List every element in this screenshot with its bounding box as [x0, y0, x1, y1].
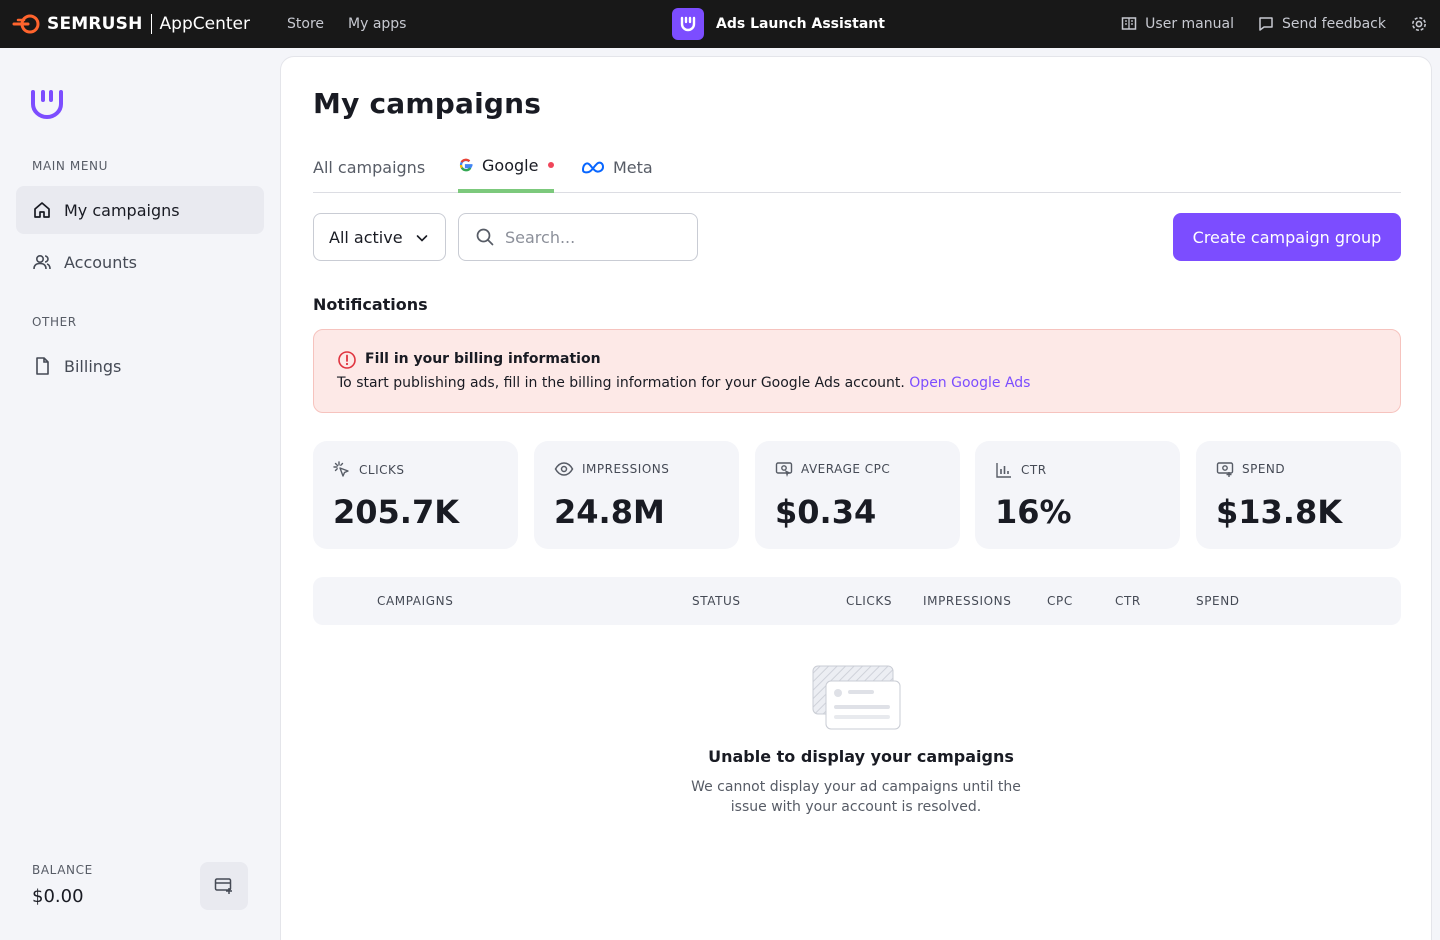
campaigns-table-header: CAMPAIGNS STATUS CLICKS IMPRESSIONS CPC … — [313, 577, 1401, 625]
column-header-status[interactable]: STATUS — [692, 594, 741, 608]
meta-icon — [581, 161, 605, 174]
stat-value: 16% — [995, 493, 1072, 531]
home-icon — [34, 202, 50, 218]
tab-label: All campaigns — [313, 157, 426, 177]
empty-state-description: We cannot display your ad campaigns unti… — [691, 779, 1021, 815]
stat-label-text: IMPRESSIONS — [582, 462, 670, 476]
empty-state-illustration — [812, 665, 901, 730]
app-smile-icon — [672, 8, 704, 40]
stat-card-clicks: CLICKS 205.7K — [313, 441, 518, 549]
stat-label-text: SPEND — [1242, 462, 1286, 476]
cash-click-icon — [775, 462, 793, 477]
stat-label-text: CLICKS — [359, 463, 405, 477]
status-filter-select[interactable]: All active — [313, 213, 446, 261]
gear-icon[interactable] — [1410, 15, 1428, 33]
create-campaign-group-button[interactable]: Create campaign group — [1173, 213, 1401, 261]
stat-value: $13.8K — [1216, 493, 1343, 531]
document-icon — [36, 357, 49, 375]
stat-label-text: AVERAGE CPC — [801, 462, 891, 476]
stat-card-spend: SPEND $13.8K — [1196, 441, 1401, 549]
sidebar-item-label: Accounts — [64, 252, 137, 272]
users-icon — [33, 254, 51, 270]
status-filter-value: All active — [329, 227, 403, 247]
nav-store-link[interactable]: Store — [287, 16, 324, 32]
sidebar-item-accounts[interactable]: Accounts — [16, 238, 264, 286]
app-logo-icon — [31, 90, 63, 119]
book-icon — [1121, 17, 1137, 30]
card-plus-icon — [214, 878, 232, 894]
other-heading: OTHER — [32, 315, 77, 329]
stat-label-text: CTR — [1021, 463, 1047, 477]
tab-all-campaigns[interactable]: All campaigns — [313, 145, 425, 193]
send-feedback-link[interactable]: Send feedback — [1258, 16, 1386, 32]
open-google-ads-link[interactable]: Open Google Ads — [909, 375, 1030, 391]
column-header-campaigns[interactable]: CAMPAIGNS — [377, 594, 453, 608]
app-title[interactable]: Ads Launch Assistant — [672, 8, 885, 40]
balance-value: $0.00 — [32, 886, 84, 907]
brand[interactable]: SEMRUSH AppCenter — [12, 0, 250, 48]
search-input[interactable] — [505, 227, 685, 247]
main-panel: My campaigns All campaigns Google Meta A… — [280, 56, 1432, 940]
tab-label: Meta — [613, 157, 653, 177]
cash-icon — [1216, 462, 1234, 477]
stat-label: AVERAGE CPC — [775, 461, 890, 477]
app-title-text: Ads Launch Assistant — [716, 16, 885, 32]
top-right-actions: User manual Send feedback — [1121, 0, 1440, 48]
google-icon — [459, 158, 473, 172]
add-funds-button[interactable] — [200, 862, 248, 910]
stat-card-impressions: IMPRESSIONS 24.8M — [534, 441, 739, 549]
alert-title: Fill in your billing information — [365, 351, 601, 367]
cursor-click-icon — [333, 461, 349, 477]
column-header-clicks[interactable]: CLICKS — [846, 594, 892, 608]
tab-meta[interactable]: Meta — [581, 145, 653, 193]
stat-value: $0.34 — [775, 493, 877, 531]
platform-tabs: All campaigns Google Meta — [313, 145, 1401, 193]
user-manual-link[interactable]: User manual — [1121, 16, 1234, 32]
stat-label: CTR — [995, 461, 1047, 479]
column-header-impressions[interactable]: IMPRESSIONS — [923, 594, 1011, 608]
column-header-cpc[interactable]: CPC — [1047, 594, 1073, 608]
stat-card-average-cpc: AVERAGE CPC $0.34 — [755, 441, 960, 549]
message-icon — [1259, 17, 1273, 31]
sidebar: MAIN MENU My campaigns Accounts OTHER Bi… — [0, 48, 280, 940]
chevron-down-icon — [416, 235, 428, 242]
search-icon — [476, 228, 494, 246]
nav-my-apps-link[interactable]: My apps — [348, 16, 406, 32]
stat-value: 24.8M — [554, 493, 665, 531]
brand-name: SEMRUSH — [47, 14, 143, 34]
sidebar-item-billings[interactable]: Billings — [16, 342, 264, 390]
search-field[interactable] — [458, 213, 698, 261]
notification-dot — [548, 162, 555, 168]
tab-label: Google — [482, 155, 539, 175]
brand-divider — [150, 14, 152, 34]
stat-card-ctr: CTR 16% — [975, 441, 1180, 549]
main-menu-heading: MAIN MENU — [32, 159, 108, 173]
top-nav: Store My apps — [287, 0, 406, 48]
empty-state-title: Unable to display your campaigns — [708, 747, 1014, 766]
send-feedback-label: Send feedback — [1281, 16, 1386, 32]
column-header-spend[interactable]: SPEND — [1196, 594, 1240, 608]
sidebar-item-my-campaigns[interactable]: My campaigns — [16, 186, 264, 234]
sidebar-item-label: My campaigns — [64, 200, 180, 220]
tab-google[interactable]: Google — [458, 145, 555, 193]
bar-chart-icon — [996, 463, 1011, 478]
alert-body-text: To start publishing ads, fill in the bil… — [337, 375, 905, 391]
stat-label: CLICKS — [333, 461, 404, 479]
eye-icon — [554, 462, 574, 476]
semrush-logo-icon — [12, 14, 40, 34]
user-manual-label: User manual — [1145, 16, 1234, 32]
alert-circle-icon — [338, 351, 356, 369]
page-title: My campaigns — [313, 87, 542, 120]
column-header-ctr[interactable]: CTR — [1115, 594, 1141, 608]
balance-label: BALANCE — [32, 863, 93, 877]
top-bar: SEMRUSH AppCenter Store My apps Ads Laun… — [0, 0, 1440, 48]
stat-value: 205.7K — [333, 493, 460, 531]
brand-app-name: AppCenter — [159, 14, 250, 34]
alert-body: To start publishing ads, fill in the bil… — [337, 375, 1030, 391]
billing-alert: Fill in your billing information To star… — [313, 329, 1401, 413]
stat-label: SPEND — [1216, 461, 1285, 477]
notifications-heading: Notifications — [313, 295, 428, 314]
stat-label: IMPRESSIONS — [554, 461, 669, 477]
sidebar-item-label: Billings — [64, 356, 122, 376]
